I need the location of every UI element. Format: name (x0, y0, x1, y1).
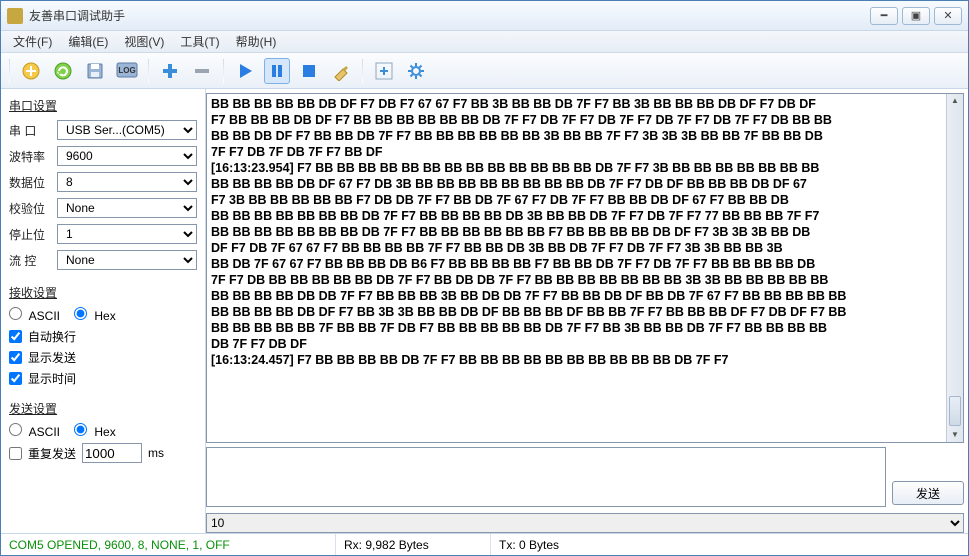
expand-icon[interactable] (371, 58, 397, 84)
app-icon (7, 8, 23, 24)
save-icon[interactable] (82, 58, 108, 84)
history-select[interactable]: 10 (206, 513, 964, 533)
svg-text:LOG: LOG (118, 66, 135, 75)
scrollbar[interactable]: ▲ ▼ (946, 94, 963, 442)
close-button[interactable]: ✕ (934, 7, 962, 25)
stop-icon[interactable] (296, 58, 322, 84)
rx-showsend-check[interactable] (9, 351, 22, 364)
settings-icon[interactable] (403, 58, 429, 84)
scroll-thumb[interactable] (949, 396, 961, 426)
tx-repeat-check[interactable] (9, 447, 22, 460)
status-connection: COM5 OPENED, 9600, 8, NONE, 1, OFF (1, 534, 336, 555)
pause-icon[interactable] (264, 58, 290, 84)
menu-help[interactable]: 帮助(H) (228, 33, 285, 50)
rx-hex-radio[interactable]: Hex (74, 307, 116, 323)
scroll-down-icon[interactable]: ▼ (947, 428, 963, 442)
flow-select[interactable]: None (57, 250, 197, 270)
port-label: 串 口 (9, 122, 51, 139)
stopbits-select[interactable]: 1 (57, 224, 197, 244)
receive-textarea[interactable]: BB BB BB BB BB DB DF F7 DB F7 67 67 F7 B… (206, 93, 964, 443)
rx-ascii-radio[interactable]: ASCII (9, 307, 60, 323)
status-bar: COM5 OPENED, 9600, 8, NONE, 1, OFF Rx: 9… (1, 533, 968, 555)
add-icon[interactable] (157, 58, 183, 84)
parity-select[interactable]: None (57, 198, 197, 218)
tx-repeat-label: 重复发送 (28, 445, 76, 462)
rx-wrap-check[interactable] (9, 330, 22, 343)
baud-label: 波特率 (9, 148, 51, 165)
play-icon[interactable] (232, 58, 258, 84)
rx-showsend-label: 显示发送 (28, 349, 76, 366)
rx-showtime-label: 显示时间 (28, 370, 76, 387)
send-button[interactable]: 发送 (892, 481, 964, 505)
send-textarea[interactable] (206, 447, 886, 507)
baud-select[interactable]: 9600 (57, 146, 197, 166)
port-select[interactable]: USB Ser...(COM5) (57, 120, 197, 140)
serial-group-title: 串口设置 (9, 97, 197, 114)
status-tx: Tx: 0 Bytes (491, 534, 968, 555)
menu-tools[interactable]: 工具(T) (172, 33, 227, 50)
menu-bar: 文件(F) 编辑(E) 视图(V) 工具(T) 帮助(H) (1, 31, 968, 53)
tx-hex-radio[interactable]: Hex (74, 423, 116, 439)
refresh-icon[interactable] (50, 58, 76, 84)
clear-icon[interactable] (328, 58, 354, 84)
rx-showtime-check[interactable] (9, 372, 22, 385)
sidebar: 串口设置 串 口 USB Ser...(COM5) 波特率 9600 数据位 8 校验… (1, 89, 206, 533)
parity-label: 校验位 (9, 200, 51, 217)
tx-group-title: 发送设置 (9, 400, 197, 417)
scroll-up-icon[interactable]: ▲ (947, 94, 963, 108)
tx-period-unit: ms (148, 446, 164, 460)
menu-view[interactable]: 视图(V) (116, 33, 172, 50)
databits-select[interactable]: 8 (57, 172, 197, 192)
status-rx: Rx: 9,982 Bytes (336, 534, 491, 555)
new-icon[interactable] (18, 58, 44, 84)
menu-edit[interactable]: 编辑(E) (60, 33, 116, 50)
maximize-button[interactable]: ▣ (902, 7, 930, 25)
databits-label: 数据位 (9, 174, 51, 191)
window-title: 友善串口调试助手 (29, 7, 870, 24)
menu-file[interactable]: 文件(F) (5, 33, 60, 50)
rx-wrap-label: 自动换行 (28, 328, 76, 345)
stopbits-label: 停止位 (9, 226, 51, 243)
tx-period-input[interactable] (82, 443, 142, 463)
title-bar: 友善串口调试助手 ━ ▣ ✕ (1, 1, 968, 31)
rx-group-title: 接收设置 (9, 284, 197, 301)
log-icon[interactable]: LOG (114, 58, 140, 84)
flow-label: 流 控 (9, 252, 51, 269)
tx-ascii-radio[interactable]: ASCII (9, 423, 60, 439)
toolbar: LOG (1, 53, 968, 89)
minimize-button[interactable]: ━ (870, 7, 898, 25)
remove-icon[interactable] (189, 58, 215, 84)
